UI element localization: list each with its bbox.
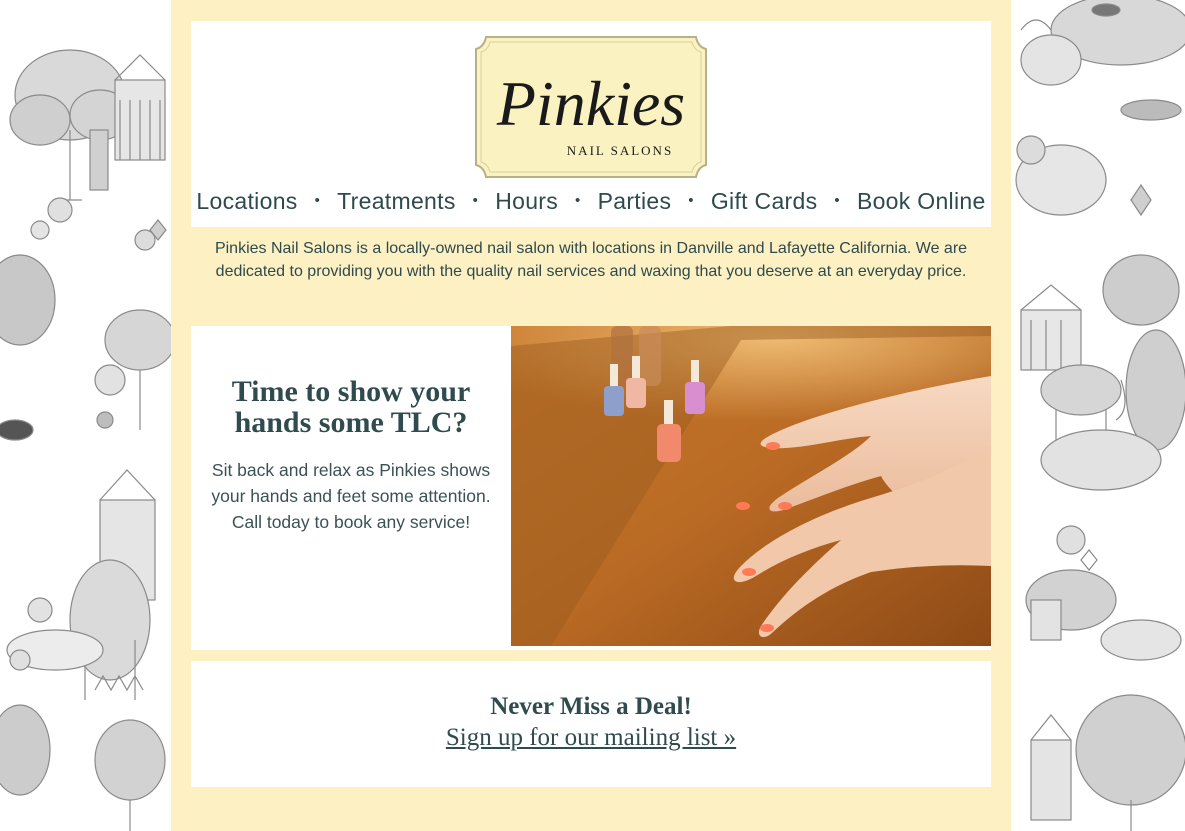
manicure-photo <box>511 326 991 646</box>
nav-separator: • <box>472 191 479 209</box>
newsletter-title: Never Miss a Deal! <box>490 693 692 720</box>
nav-separator: • <box>575 191 581 209</box>
nav-gift-cards[interactable]: Gift Cards <box>711 188 818 215</box>
toile-background-right <box>1011 0 1185 831</box>
header: Pinkies NAIL SALONS Locations • Treatmen… <box>191 21 991 227</box>
promo-text-block: Time to show your hands some TLC? Sit ba… <box>191 326 511 650</box>
intro-text: Pinkies Nail Salons is a locally-owned n… <box>214 240 968 280</box>
promo-title: Time to show your hands some TLC? <box>231 375 471 439</box>
nav-treatments[interactable]: Treatments <box>337 188 455 215</box>
main-nav: Locations • Treatments • Hours • Parties… <box>191 181 991 221</box>
nav-separator: • <box>834 191 840 209</box>
promo-section: Time to show your hands some TLC? Sit ba… <box>191 326 991 650</box>
nav-hours[interactable]: Hours <box>495 188 558 215</box>
svg-text:NAIL SALONS: NAIL SALONS <box>567 143 673 158</box>
newsletter-section: Never Miss a Deal! Sign up for our maili… <box>191 661 991 787</box>
nav-separator: • <box>314 191 321 209</box>
nav-parties[interactable]: Parties <box>598 188 672 215</box>
toile-background-left <box>0 0 171 831</box>
pinkies-logo[interactable]: Pinkies NAIL SALONS <box>472 33 710 181</box>
nav-book-online[interactable]: Book Online <box>857 188 986 215</box>
nav-separator: • <box>688 191 694 209</box>
promo-body: Sit back and relax as Pinkies shows your… <box>211 460 491 532</box>
content-column: Pinkies NAIL SALONS Locations • Treatmen… <box>171 0 1011 831</box>
nav-locations[interactable]: Locations <box>196 188 297 215</box>
svg-text:Pinkies: Pinkies <box>496 68 685 139</box>
mailing-list-link[interactable]: Sign up for our mailing list » <box>191 724 991 752</box>
